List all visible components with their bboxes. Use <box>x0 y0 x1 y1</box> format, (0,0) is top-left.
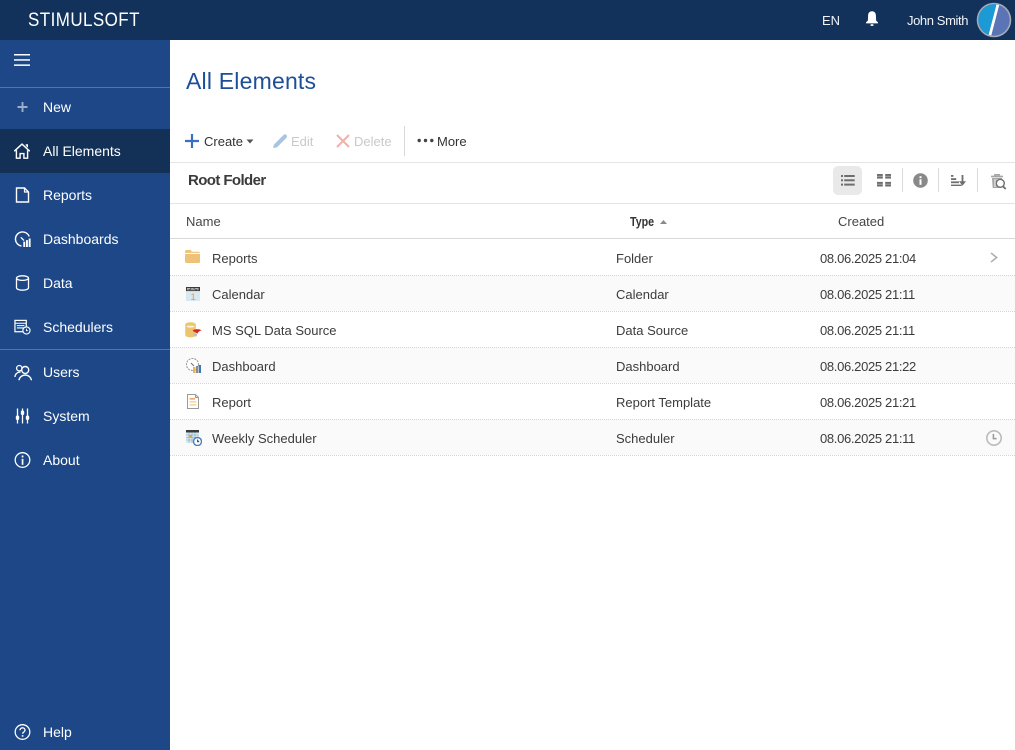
svg-text:1: 1 <box>191 292 196 301</box>
